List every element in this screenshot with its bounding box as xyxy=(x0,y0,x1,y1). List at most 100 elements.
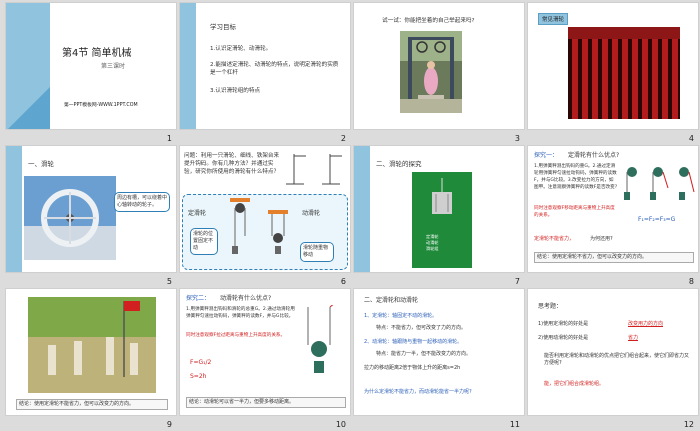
slide-6-question: 问题：利用一只滑轮、细线、铁架台来提升钩码。你有几种方法？并通过实验，研究你所使… xyxy=(184,153,280,176)
slide-11-line-2: 特点：不能省力，但可改变了力的方向。 xyxy=(376,325,467,331)
slide-6-stand-diagram xyxy=(286,154,342,185)
slide-number-3: 3 xyxy=(514,134,520,143)
slide-7-label-3: 滑轮组 xyxy=(426,246,439,251)
slide-thumbnail-3[interactable]: 试一试：你能把坐着的自己举起来吗? 3 xyxy=(352,1,526,144)
slide-6-fixed-label: 定滑轮 xyxy=(188,210,207,217)
slide-9-flag-photo xyxy=(28,297,156,393)
slide-8-red-note: 同时注意观察F移动距离与重物上升高度的关系。 xyxy=(534,206,615,218)
slide-7-heading: 二、滑轮的探究 xyxy=(376,160,422,168)
slide-thumbnail-11[interactable]: 二、定滑轮和动滑轮 1、定滑轮：轴固定不动的滑轮。 特点：不能省力，但可改变了力… xyxy=(352,287,526,430)
slide-11-line-1: 1、定滑轮：轴固定不动的滑轮。 xyxy=(364,313,438,319)
slide-number-10: 10 xyxy=(335,420,346,429)
slide-12-answer-1: 改变用力的方向 xyxy=(628,321,664,327)
slide-thumbnail-4[interactable]: 常见滑轮 4 xyxy=(526,1,700,144)
slide-11-question: 为什么定滑轮不能省力，而动滑轮能省一半力呢? xyxy=(364,389,472,395)
slide-7: 二、滑轮的探究 定滑轮 动滑轮 滑轮组 xyxy=(353,145,525,273)
slide-7-label-1: 定滑轮 xyxy=(426,234,439,239)
slide-6-callout-fixed: 滑轮的位置固定不动 xyxy=(190,228,218,255)
slide-2: 学习目标 1.认识定滑轮、动滑轮。 2.能描述定滑轮、动滑轮的特点，说明定滑轮的… xyxy=(179,2,351,130)
slide-8-red2: 定滑轮不能省力， xyxy=(534,236,575,242)
slide-12-answer-2: 省力 xyxy=(628,335,639,341)
slide-number-12: 12 xyxy=(683,420,694,429)
slide-8-body: 1.用弹簧秤测出钩码的重G。2.通过定滑轮用弹簧秤匀速拉动钩码，弹簧秤的读数F，… xyxy=(534,164,618,190)
slide-9-conclusion: 结论：使用定滑轮不能省力，但可以改变力的方向。 xyxy=(16,399,168,411)
slide-number-11: 11 xyxy=(509,420,520,429)
slide-number-6: 6 xyxy=(340,277,346,286)
slide-7-apparatus xyxy=(432,178,452,214)
slide-2-sidebar xyxy=(180,3,196,129)
slide-4: 常见滑轮 xyxy=(527,2,699,130)
slide-12-heading: 思考题： xyxy=(538,303,563,310)
slide-7-label-2: 动滑轮 xyxy=(426,240,439,245)
slide-12-line-3: 能否利用定滑轮和动滑轮的优点把它们组合起来，使它们即省力又方便呢? xyxy=(544,353,690,367)
slide-10-title2: 动滑轮有什么优点? xyxy=(220,295,272,302)
slide-12-answer-3: 能，把它们组合成滑轮组。 xyxy=(544,381,605,387)
slide-number-2: 2 xyxy=(340,134,346,143)
slide-5-heading: 一、滑轮 xyxy=(28,160,54,168)
slide-number-9: 9 xyxy=(166,420,172,429)
slide-10-title: 探究二： xyxy=(186,295,211,302)
slide-number-5: 5 xyxy=(166,277,172,286)
slide-2-item-3: 3.认识滑轮组的特点 xyxy=(210,88,261,94)
slide-thumbnail-1[interactable]: 第4节 简单机械 第三课时 第一PPT模板网-WWW.1PPT.COM 1 xyxy=(4,1,178,144)
slide-7-green-panel: 定滑轮 动滑轮 滑轮组 xyxy=(412,172,472,268)
slide-11-line-4: 特点：能省力一半，但不能改变力的方向。 xyxy=(376,351,472,357)
slide-2-heading: 学习目标 xyxy=(210,23,236,31)
slide-10-eq1: F=G₁/2 xyxy=(190,359,212,366)
slide-thumbnail-2[interactable]: 学习目标 1.认识定滑轮、动滑轮。 2.能描述定滑轮、动滑轮的特点，说明定滑轮的… xyxy=(178,1,352,144)
slide-10-body: 1.用弹簧秤测出钩码和滑轮的总重G。2.通过动滑轮用弹簧秤匀速拉动钩码，弹簧秤的… xyxy=(186,307,295,319)
slide-6-callout-moving: 滑轮随重物移动 xyxy=(300,242,334,262)
slide-5-sidebar xyxy=(6,146,22,272)
slide-8-pulley-diagram xyxy=(624,167,695,200)
slide-9: 结论：使用定滑轮不能省力，但可以改变力的方向。 xyxy=(5,288,177,416)
slide-number-4: 4 xyxy=(688,134,694,143)
slide-8-title: 探究一： xyxy=(534,152,559,159)
slide-10-pulley-diagram xyxy=(307,305,334,373)
slide-10: 探究二： 动滑轮有什么优点? 1.用弹簧秤测出钩码和滑轮的总重G。2.通过动滑轮… xyxy=(179,288,351,416)
slide-number-8: 8 xyxy=(688,277,694,286)
slide-12-line-1: 1)使用定滑轮的好处是 xyxy=(538,321,589,327)
slide-thumbnail-7[interactable]: 二、滑轮的探究 定滑轮 动滑轮 滑轮组 7 xyxy=(352,144,526,287)
slide-thumbnail-9[interactable]: 结论：使用定滑轮不能省力，但可以改变力的方向。 9 xyxy=(4,287,178,430)
slide-3-photo xyxy=(400,31,462,113)
slide-thumbnail-10[interactable]: 探究二： 动滑轮有什么优点? 1.用弹簧秤测出钩码和滑轮的总重G。2.通过动滑轮… xyxy=(178,287,352,430)
slide-7-sidebar xyxy=(354,146,370,272)
slide-number-7: 7 xyxy=(514,277,520,286)
slide-5-pulley-photo xyxy=(24,176,116,260)
slide-4-tag: 常见滑轮 xyxy=(538,13,569,25)
slide-thumbnail-6[interactable]: 问题：利用一只滑轮、细线、铁架台来提升钩码。你有几种方法？并通过实验，研究你所使… xyxy=(178,144,352,287)
slide-5: 一、滑轮 周边有槽，可以绕着中心轴转动的轮子。 xyxy=(5,145,177,273)
slide-1-subtitle: 第三课时 xyxy=(101,63,126,70)
slide-11-line-3: 2、动滑轮：轴跟随与重物一起移动的滑轮。 xyxy=(364,339,463,345)
slide-8-title2: 定滑轮有什么优点? xyxy=(568,152,620,159)
slide-11-heading: 二、定滑轮和动滑轮 xyxy=(364,297,419,304)
slide-12: 思考题： 1)使用定滑轮的好处是 改变用力的方向 2)使用动滑轮的好处是 省力 … xyxy=(527,288,699,416)
slide-5-bubble: 周边有槽，可以绕着中心轴转动的轮子。 xyxy=(114,192,170,212)
slide-10-red-note: 同时注意观察F拉过距离与重物上升高度的关系。 xyxy=(186,333,286,338)
slide-8-q2: 为何还用? xyxy=(590,236,613,242)
slide-2-item-2: 2.能描述定滑轮、动滑轮的特点，说明定滑轮的实质是一个杠杆 xyxy=(210,62,339,77)
slide-1: 第4节 简单机械 第三课时 第一PPT模板网-WWW.1PPT.COM xyxy=(5,2,177,130)
slide-10-conclusion: 结论：动滑轮可以省一半力，但要多移动距离。 xyxy=(186,397,346,409)
slide-1-title: 第4节 简单机械 xyxy=(62,48,132,59)
slide-thumbnail-12[interactable]: 思考题： 1)使用定滑轮的好处是 改变用力的方向 2)使用动滑轮的好处是 省力 … xyxy=(526,287,700,430)
slide-6-pulleys xyxy=(230,198,288,254)
slide-11: 二、定滑轮和动滑轮 1、定滑轮：轴固定不动的滑轮。 特点：不能省力，但可改变了力… xyxy=(353,288,525,416)
slide-2-item-1: 1.认识定滑轮、动滑轮。 xyxy=(210,46,272,52)
slide-thumbnail-8[interactable]: 探究一： 定滑轮有什么优点? 1.用弹簧秤测出钩码的重G。2.通过定滑轮用弹簧秤… xyxy=(526,144,700,287)
slide-number-1: 1 xyxy=(166,134,172,143)
slide-6: 问题：利用一只滑轮、细线、铁架台来提升钩码。你有几种方法？并通过实验，研究你所使… xyxy=(179,145,351,273)
slide-thumbnail-5[interactable]: 一、滑轮 周边有槽，可以绕着中心轴转动的轮子。 5 xyxy=(4,144,178,287)
slide-8-equation: F₁=F₂=F₃=G xyxy=(638,216,676,223)
slide-12-line-2: 2)使用动滑轮的好处是 xyxy=(538,335,589,341)
slide-1-decoration xyxy=(8,87,50,129)
slide-sorter-grid: 第4节 简单机械 第三课时 第一PPT模板网-WWW.1PPT.COM 1 学习… xyxy=(0,0,700,431)
slide-3-question: 试一试：你能把坐着的自己举起来吗? xyxy=(382,18,475,24)
slide-3: 试一试：你能把坐着的自己举起来吗? xyxy=(353,2,525,130)
slide-8-conclusion: 结论：使用定滑轮不省力，但可以改变力的方向。 xyxy=(534,252,694,264)
slide-11-line-5: 拉力的移动距离2倍于物体上升的距离s=2h xyxy=(364,365,461,371)
slide-8: 探究一： 定滑轮有什么优点? 1.用弹簧秤测出钩码的重G。2.通过定滑轮用弹簧秤… xyxy=(527,145,699,273)
slide-10-eq2: S=2h xyxy=(190,373,207,380)
slide-1-footer: 第一PPT模板网-WWW.1PPT.COM xyxy=(64,103,138,108)
slide-4-curtain-photo xyxy=(568,27,680,119)
